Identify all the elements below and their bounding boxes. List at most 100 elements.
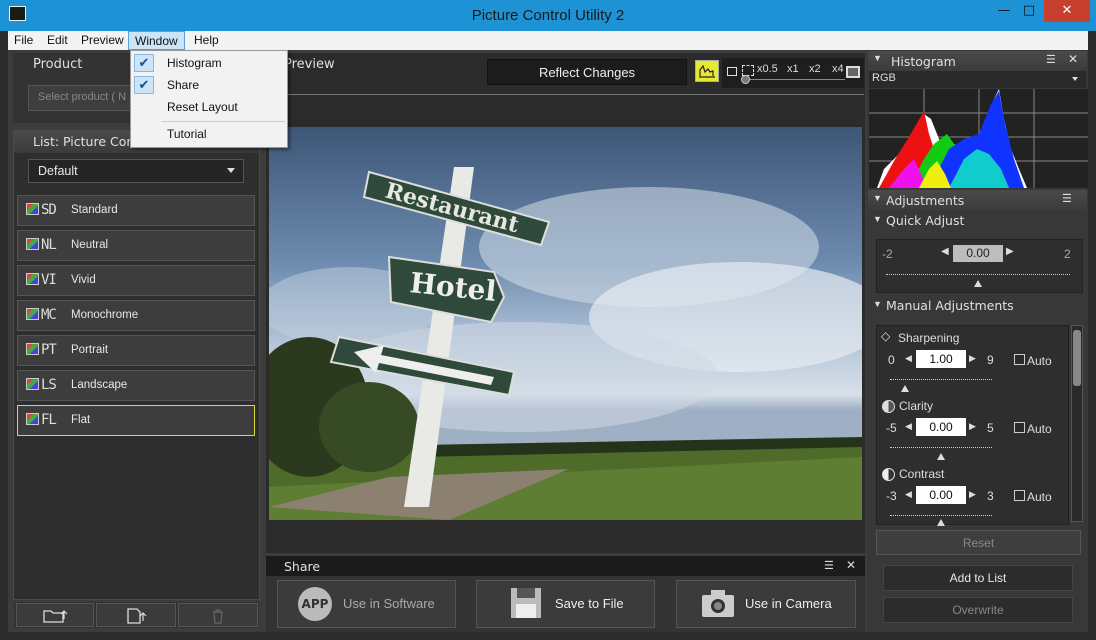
clarity-increment[interactable]: ▶	[969, 421, 976, 432]
sharpening-handle[interactable]	[901, 385, 909, 392]
contrast-value[interactable]: 0.00	[916, 486, 966, 504]
close-button[interactable]: ✕	[1044, 0, 1090, 22]
product-title: Product	[33, 57, 83, 72]
camera-icon	[702, 590, 734, 617]
zoom-x1[interactable]: x1	[787, 63, 799, 75]
adjustments-menu-icon[interactable]: ☰	[1062, 192, 1072, 205]
list-item-monochrome[interactable]: MC Monochrome	[17, 300, 255, 331]
clarity-value[interactable]: 0.00	[916, 418, 966, 436]
histogram-close-icon[interactable]: ✕	[1068, 52, 1078, 66]
quick-adjust-increment[interactable]: ▶	[1006, 246, 1014, 257]
zoom-x0-5[interactable]: x0.5	[757, 63, 778, 75]
fullscreen-icon[interactable]	[846, 66, 860, 78]
maximize-button[interactable]: □	[1018, 0, 1040, 24]
list-item-standard[interactable]: SD Standard	[17, 195, 255, 226]
zoom-x4[interactable]: x4	[832, 63, 844, 75]
sharpening-decrement[interactable]: ◀	[905, 353, 912, 364]
zoom-slider[interactable]	[745, 79, 845, 80]
sharpening-min: 0	[888, 353, 895, 367]
chevron-down-icon	[1072, 77, 1078, 81]
delete-button[interactable]	[178, 603, 258, 627]
menu-item-share[interactable]: ✔ Share	[131, 74, 287, 96]
quick-adjust-slider[interactable]	[886, 274, 1070, 276]
list-item-vivid[interactable]: VI Vivid	[17, 265, 255, 296]
share-menu-icon[interactable]: ☰	[824, 559, 834, 572]
item-code: LS	[41, 377, 57, 393]
reset-button[interactable]: Reset	[876, 530, 1081, 555]
picture-control-icon: MC	[26, 307, 57, 323]
sharpening-max: 9	[987, 353, 994, 367]
sharpening-slider[interactable]	[890, 379, 992, 381]
manual-adjust-title: Manual Adjustments	[886, 298, 1014, 313]
menu-preview[interactable]: Preview	[75, 31, 130, 50]
zoom-slider-handle[interactable]	[741, 75, 750, 84]
contrast-auto-label: Auto	[1027, 490, 1052, 504]
list-item-neutral[interactable]: NL Neutral	[17, 230, 255, 261]
export-file-button[interactable]	[96, 603, 176, 627]
item-code: NL	[41, 237, 57, 253]
zoom-x2[interactable]: x2	[809, 63, 821, 75]
adjustments-title: Adjustments	[886, 193, 965, 208]
minimize-button[interactable]: —	[993, 0, 1015, 24]
share-close-icon[interactable]: ✕	[846, 558, 856, 572]
item-name: Portrait	[71, 344, 109, 356]
quick-adjust-value[interactable]: 0.00	[953, 245, 1003, 262]
contrast-handle[interactable]	[937, 519, 945, 526]
clarity-handle[interactable]	[937, 453, 945, 460]
adjustments-collapse-icon[interactable]: ▼	[873, 193, 882, 203]
overwrite-button[interactable]: Overwrite	[883, 597, 1073, 623]
quick-adjust-collapse-icon[interactable]: ▼	[873, 214, 882, 224]
clarity-max: 5	[987, 421, 994, 435]
histogram-channel-select[interactable]	[869, 71, 1086, 88]
list-item-portrait[interactable]: PT Portrait	[17, 335, 255, 366]
contrast-increment[interactable]: ▶	[969, 489, 976, 500]
list-item-landscape[interactable]: LS Landscape	[17, 370, 255, 401]
list-item-flat[interactable]: FL Flat	[17, 405, 255, 436]
add-to-list-button[interactable]: Add to List	[883, 565, 1073, 591]
scrollbar-thumb[interactable]	[1073, 330, 1081, 386]
preview-image: Restaurant Hotel	[269, 127, 862, 520]
item-name: Neutral	[71, 239, 109, 251]
sharpening-value[interactable]: 1.00	[916, 350, 966, 368]
histogram-menu-icon[interactable]: ☰	[1046, 53, 1056, 66]
contrast-auto-checkbox[interactable]	[1014, 490, 1025, 501]
menu-item-tutorial-label: Tutorial	[167, 127, 207, 141]
menu-item-share-label: Share	[167, 78, 200, 92]
clarity-auto-label: Auto	[1027, 422, 1052, 436]
reflect-changes-button[interactable]: Reflect Changes	[487, 59, 687, 85]
quick-adjust-handle[interactable]	[974, 280, 982, 287]
trash-icon	[213, 609, 223, 624]
item-name: Landscape	[71, 379, 128, 391]
item-code: VI	[41, 272, 57, 288]
quick-adjust-title: Quick Adjust	[886, 213, 965, 228]
save-to-file-label: Save to File	[555, 596, 624, 611]
menu-edit[interactable]: Edit	[41, 31, 74, 50]
preview-divider	[284, 94, 864, 95]
contrast-label: Contrast	[899, 467, 945, 481]
product-placeholder: Select product ( N	[38, 91, 127, 103]
clarity-slider[interactable]	[890, 447, 992, 449]
histogram-collapse-icon[interactable]: ▼	[873, 53, 882, 63]
manual-adjust-collapse-icon[interactable]: ▼	[873, 299, 882, 309]
open-folder-button[interactable]	[16, 603, 94, 627]
sharpening-auto-checkbox[interactable]	[1014, 354, 1025, 365]
clarity-decrement[interactable]: ◀	[905, 421, 912, 432]
menu-item-reset-layout[interactable]: Reset Layout	[131, 96, 287, 118]
file-export-icon	[127, 608, 147, 624]
sharpening-icon: ◇	[881, 329, 891, 343]
histogram-toggle-icon[interactable]	[695, 60, 719, 82]
contrast-decrement[interactable]: ◀	[905, 489, 912, 500]
floppy-disk-icon	[511, 588, 541, 618]
clarity-auto-checkbox[interactable]	[1014, 422, 1025, 433]
compare-icon[interactable]	[727, 67, 737, 76]
menu-window[interactable]: Window	[128, 31, 185, 50]
quick-adjust-decrement[interactable]: ◀	[941, 246, 949, 257]
sharpening-increment[interactable]: ▶	[969, 353, 976, 364]
item-name: Monochrome	[71, 309, 139, 321]
check-icon: ✔	[134, 54, 154, 72]
menu-item-histogram[interactable]: ✔ Histogram	[131, 52, 287, 74]
menu-item-tutorial[interactable]: Tutorial	[131, 123, 287, 145]
contrast-slider[interactable]	[890, 515, 992, 517]
menu-help[interactable]: Help	[188, 31, 225, 50]
menu-file[interactable]: File	[8, 31, 39, 50]
